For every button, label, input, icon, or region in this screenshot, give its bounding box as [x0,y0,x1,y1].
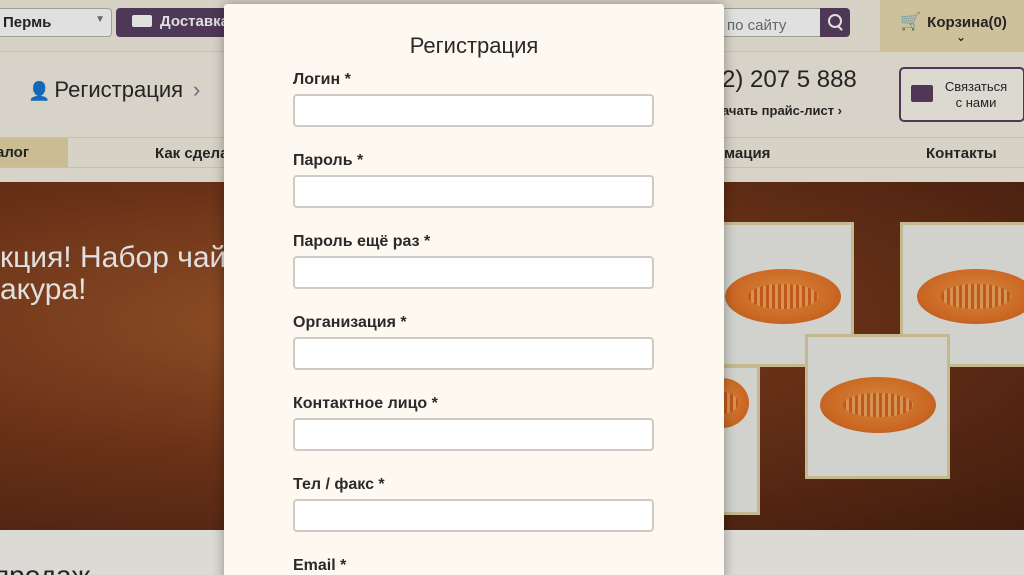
contact-person-field[interactable] [293,418,654,451]
password-field[interactable] [293,175,654,208]
login-field[interactable] [293,94,654,127]
password-confirm-field[interactable] [293,256,654,289]
organization-field[interactable] [293,337,654,370]
modal-title: Регистрация [409,33,539,58]
organization-label: Организация * [293,314,407,331]
login-label: Логин * [293,71,351,88]
phone-fax-label: Тел / факс * [293,476,385,493]
registration-modal: Регистрация Логин * Пароль * Пароль ещё … [224,4,724,575]
password-confirm-label: Пароль ещё раз * [293,233,431,250]
password-label: Пароль * [293,152,364,169]
contact-person-label: Контактное лицо * [293,395,438,412]
email-label: Email * [293,557,347,574]
phone-fax-field[interactable] [293,499,654,532]
